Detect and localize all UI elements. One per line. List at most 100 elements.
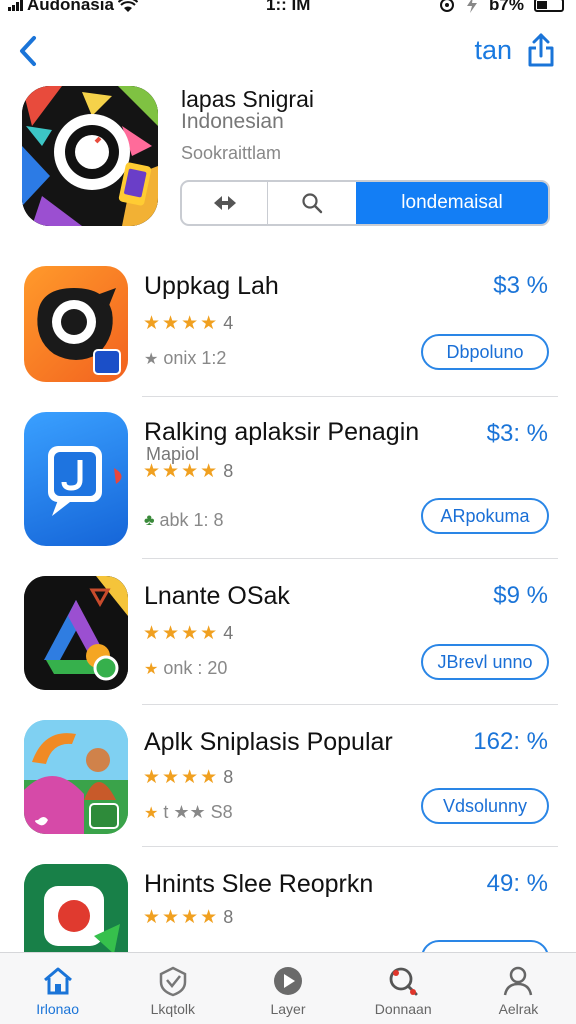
star-icon: ★ — [143, 623, 161, 644]
star-icon: ★ — [181, 907, 199, 928]
location-icon — [440, 0, 455, 12]
tab-security[interactable]: Lkqtolk — [115, 953, 230, 1024]
app-title: lapas Snigrai — [181, 86, 314, 112]
app-price: $9 % — [493, 582, 548, 609]
tab-search[interactable]: Donnaan — [346, 953, 461, 1024]
get-button[interactable]: Vdsolunny — [421, 788, 549, 824]
star-icon: ★ — [200, 461, 218, 482]
tab-home[interactable]: Irlonao — [0, 953, 115, 1024]
tab-label: Irlonao — [36, 1001, 79, 1017]
star-icon: ★ — [162, 767, 180, 788]
divider — [142, 704, 558, 705]
segment-search[interactable] — [268, 182, 356, 224]
list-item[interactable]: Lnante OSak ★ ★ ★ ★ 4 ★ onk : 20 $9 % JBrev… — [0, 576, 576, 692]
nav-right: tan — [474, 32, 556, 68]
list-item[interactable]: Ralking aplaksir Penagin Mapiol ★ ★ ★ ★ 8 ♣… — [0, 412, 576, 548]
app-name: Aplk Sniplasis Popular — [144, 728, 393, 756]
get-button[interactable]: ARpokuma — [421, 498, 549, 534]
nav-link[interactable]: tan — [474, 35, 512, 66]
app-meta: ★ onix 1:2 — [144, 348, 226, 369]
rating-value: 8 — [223, 461, 234, 481]
segment-arrows[interactable] — [182, 182, 268, 224]
list-item[interactable]: Aplk Sniplasis Popular ★ ★ ★ ★ 8 ★ t ★★ S8 … — [0, 720, 576, 836]
divider — [142, 846, 558, 847]
carrier-name: Audonasia — [27, 0, 114, 14]
chevron-left-icon — [20, 36, 36, 66]
star-icon: ★ — [143, 313, 161, 334]
hero-app-icon[interactable] — [22, 86, 158, 226]
rating-stars: ★ ★ ★ ★ 8 — [143, 906, 233, 929]
rating-stars: ★ ★ ★ ★ 4 — [143, 312, 233, 335]
star-icon: ★ — [181, 461, 199, 482]
share-icon — [528, 33, 554, 67]
camera-record-icon — [24, 864, 128, 952]
get-button[interactable]: JBrevl unno — [421, 644, 549, 680]
star-icon: ★ — [162, 623, 180, 644]
battery-percent: b7% — [489, 0, 524, 14]
segmented-control: londemaisal — [180, 180, 550, 226]
status-left: Audonasia — [8, 0, 138, 15]
app-name: Lnante OSak — [144, 582, 290, 610]
tab-bar: Irlonao Lkqtolk Layer Donnaan Aelrak — [0, 952, 576, 1024]
camera-app-icon — [37, 288, 121, 375]
app-price: 49: % — [486, 870, 548, 897]
list-item[interactable]: Hnints Slee Reoprkn ★ ★ ★ ★ 8 49: % — [0, 864, 576, 952]
star-icon: ★ — [200, 767, 218, 788]
signal-icon — [8, 0, 23, 11]
search-icon — [302, 193, 323, 214]
segment-active[interactable]: londemaisal — [356, 182, 548, 224]
drive-logo-icon — [24, 576, 128, 690]
camera-art-icon — [22, 86, 158, 226]
app-category: Sookraittlam — [181, 143, 282, 163]
play-circle-icon — [274, 967, 302, 995]
home-icon — [43, 967, 72, 995]
rating-value: 4 — [223, 623, 234, 643]
app-meta: ★ t ★★ S8 — [144, 802, 233, 823]
rating-stars: ★ ★ ★ ★ 8 — [143, 460, 233, 483]
star-icon: ★ — [143, 907, 161, 928]
star-icon: ★ — [143, 461, 161, 482]
star-icon: ★ — [181, 623, 199, 644]
shield-check-icon — [159, 966, 187, 997]
app-icon — [24, 412, 128, 546]
tab-account[interactable]: Aelrak — [461, 953, 576, 1024]
app-name: Uppkag Lah — [144, 272, 279, 300]
person-icon — [504, 966, 533, 996]
rating-value: 4 — [223, 313, 234, 333]
get-button[interactable]: Dbpoluno — [421, 334, 549, 370]
app-name: Hnints Slee Reoprkn — [144, 870, 374, 898]
status-time: 1:: IM — [266, 0, 311, 14]
search-badge-icon — [389, 967, 418, 996]
status-bar: Audonasia 1:: IM b7% — [0, 0, 576, 22]
back-button[interactable] — [14, 34, 44, 68]
tab-player[interactable]: Layer — [230, 953, 345, 1024]
app-icon — [24, 266, 128, 382]
star-icon: ★ — [144, 804, 159, 822]
tab-label: Donnaan — [374, 1001, 432, 1017]
get-button[interactable] — [421, 940, 549, 952]
wifi-icon — [117, 0, 138, 12]
charging-icon — [467, 0, 478, 13]
star-icon: ★ — [200, 313, 218, 334]
tab-label: Layer — [270, 1001, 306, 1017]
chat-music-icon — [48, 446, 122, 516]
rating-stars: ★ ★ ★ ★ 4 — [143, 622, 233, 645]
star-icon: ★ — [162, 907, 180, 928]
divider — [142, 558, 558, 559]
rating-stars: ★ ★ ★ ★ 8 — [143, 766, 233, 789]
app-price: $3: % — [486, 420, 548, 447]
tab-label: Lkqtolk — [150, 1001, 195, 1017]
app-icon — [24, 576, 128, 690]
meta-text: t ★★ S8 — [163, 802, 233, 822]
star-icon: ★ — [181, 313, 199, 334]
app-price: $3 % — [493, 272, 548, 299]
share-button[interactable] — [526, 32, 556, 68]
star-icon: ★ — [200, 907, 218, 928]
app-meta: ♣ abk 1: 8 — [144, 510, 224, 531]
star-icon: ★ — [143, 767, 161, 788]
meta-text: onk : 20 — [163, 658, 228, 678]
app-meta: ★ onk : 20 — [144, 658, 227, 679]
swap-arrows-icon — [213, 196, 236, 210]
list-item[interactable]: Uppkag Lah ★ ★ ★ ★ 4 ★ onix 1:2 $3 % Dbpolu… — [0, 266, 576, 396]
battery-icon — [534, 0, 564, 12]
